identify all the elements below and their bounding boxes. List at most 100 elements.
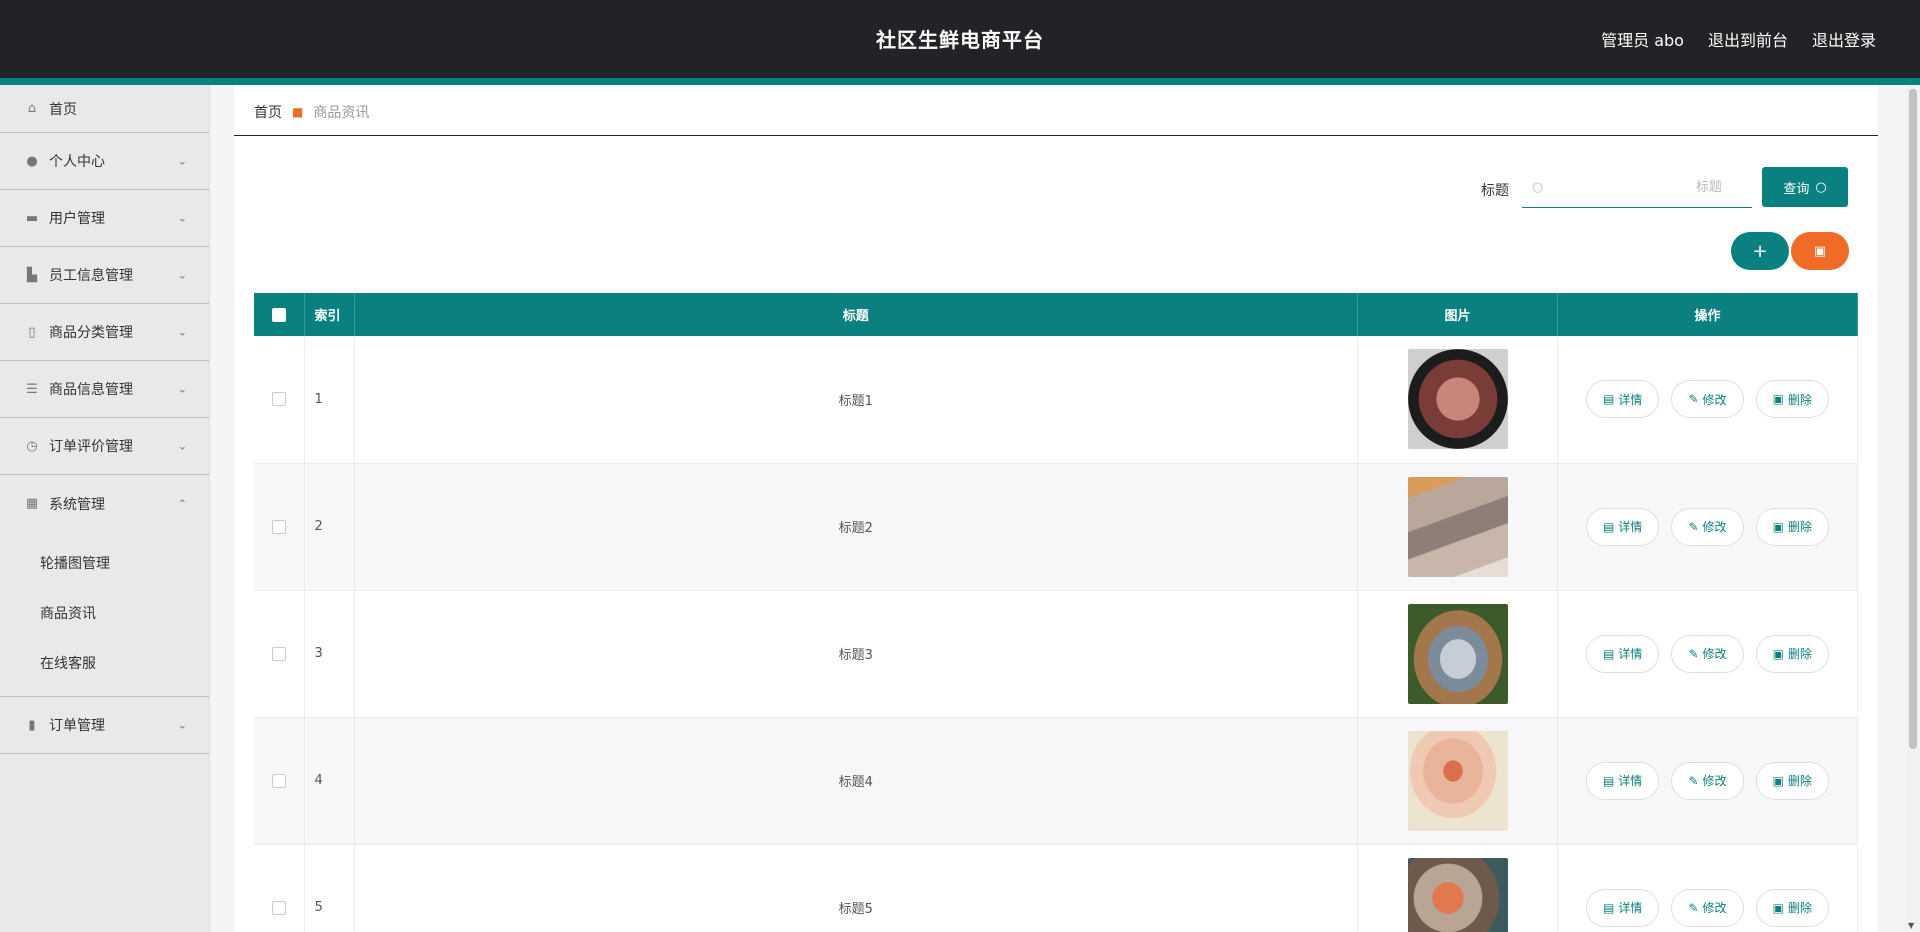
batch-delete-button[interactable]: ▣ — [1791, 232, 1849, 270]
detail-button-label: 详情 — [1618, 774, 1643, 788]
vertical-scrollbar[interactable]: ▼ — [1906, 85, 1920, 932]
users-icon: ▬ — [25, 210, 39, 226]
header-actions: 管理员 abo 退出到前台 退出登录 — [1601, 27, 1876, 51]
delete-button[interactable]: ▣ 删除 — [1755, 634, 1830, 673]
detail-button[interactable]: ▤ 详情 — [1585, 380, 1660, 419]
grid-icon: ▦ — [25, 496, 39, 511]
edit-button[interactable]: ✎ 修改 — [1671, 380, 1744, 419]
breadcrumb-home[interactable]: 首页 — [254, 102, 282, 122]
select-all-cell — [254, 293, 305, 336]
row-image-cell — [1357, 463, 1558, 591]
trash-icon: ▣ — [1772, 900, 1785, 915]
row-checkbox[interactable] — [271, 773, 286, 788]
sidebar-subitem-online-service[interactable]: 在线客服 — [0, 638, 209, 688]
query-button[interactable]: 查询 ○ — [1762, 167, 1848, 207]
edit-button[interactable]: ✎ 修改 — [1671, 761, 1744, 800]
chevron-down-icon: ⌄ — [177, 211, 187, 225]
sidebar: ⌂ 首页 ● 个人中心 ⌄ ▬ 用户管理 ⌄ ▙ 员工信息管理 ⌄ ▯ 商品分类… — [0, 85, 210, 932]
delete-button-label: 删除 — [1788, 392, 1813, 407]
chevron-down-icon: ⌄ — [177, 439, 187, 453]
edit-button[interactable]: ✎ 修改 — [1671, 634, 1744, 673]
sidebar-item-system-management[interactable]: ▦ 系统管理 ⌃ — [0, 475, 209, 532]
detail-button-label: 详情 — [1618, 520, 1643, 534]
table-row: 5 标题5 ▤ 详情 ✎ 修改 ▣ 删除 — [254, 844, 1858, 932]
row-checkbox-cell — [254, 336, 305, 464]
row-actions: ▤ 详情 ✎ 修改 ▣ 删除 — [1557, 590, 1858, 718]
row-image-cell — [1357, 717, 1558, 845]
sidebar-item-personal-center[interactable]: ● 个人中心 ⌄ — [0, 133, 209, 190]
sidebar-item-label: 商品信息管理 — [49, 382, 133, 398]
table-row: 3 标题3 ▤ 详情 ✎ 修改 ▣ 删除 — [254, 590, 1858, 718]
edit-button[interactable]: ✎ 修改 — [1671, 888, 1744, 927]
top-header: 社区生鲜电商平台 管理员 abo 退出到前台 退出登录 — [0, 0, 1920, 78]
sidebar-item-order-management[interactable]: ▮ 订单管理 ⌄ — [0, 697, 209, 754]
main-content: 首页 ■ 商品资讯 标题 ○ 查询 ○ + ▣ 索引 标题 图片 操作 — [234, 85, 1878, 932]
sidebar-subitem-carousel[interactable]: 轮播图管理 — [0, 538, 209, 588]
chevron-down-icon: ⌄ — [177, 325, 187, 339]
delete-button[interactable]: ▣ 删除 — [1755, 888, 1830, 927]
breadcrumb-divider — [234, 135, 1878, 136]
detail-button[interactable]: ▤ 详情 — [1585, 634, 1660, 673]
edit-button-label: 修改 — [1702, 647, 1727, 661]
row-checkbox-cell — [254, 590, 305, 718]
row-checkbox[interactable] — [271, 646, 286, 661]
row-title: 标题1 — [354, 336, 1358, 464]
edit-button[interactable]: ✎ 修改 — [1671, 507, 1744, 546]
trash-icon: ▣ — [1772, 519, 1785, 534]
sidebar-item-home[interactable]: ⌂ 首页 — [0, 85, 209, 133]
row-index: 4 — [304, 717, 355, 845]
scrollbar-thumb[interactable] — [1909, 89, 1917, 749]
detail-button[interactable]: ▤ 详情 — [1585, 888, 1660, 927]
row-checkbox[interactable] — [271, 900, 286, 915]
sidebar-item-label: 个人中心 — [49, 154, 105, 170]
delete-button-label: 删除 — [1788, 774, 1813, 788]
category-icon: ▯ — [28, 324, 36, 340]
delete-button[interactable]: ▣ 删除 — [1755, 507, 1830, 546]
document-icon: ▤ — [1602, 773, 1615, 788]
sidebar-item-label: 商品分类管理 — [49, 325, 133, 341]
delete-button[interactable]: ▣ 删除 — [1755, 380, 1830, 419]
home-icon: ⌂ — [27, 101, 37, 116]
system-submenu: 轮播图管理 商品资讯 在线客服 — [0, 532, 209, 697]
chevron-down-icon: ⌄ — [177, 718, 187, 732]
trash-icon: ▣ — [1772, 392, 1785, 407]
chart-icon: ▮ — [28, 717, 36, 733]
search-input[interactable] — [1543, 180, 1752, 195]
document-icon: ▤ — [1602, 900, 1615, 915]
edit-button-label: 修改 — [1702, 392, 1727, 407]
row-title: 标题4 — [354, 717, 1358, 845]
table-row: 2 标题2 ▤ 详情 ✎ 修改 ▣ 删除 — [254, 463, 1858, 591]
sidebar-subitem-product-news[interactable]: 商品资讯 — [0, 588, 209, 638]
detail-button[interactable]: ▤ 详情 — [1585, 507, 1660, 546]
row-index: 3 — [304, 590, 355, 718]
row-checkbox[interactable] — [271, 519, 286, 534]
row-checkbox[interactable] — [271, 392, 286, 407]
sidebar-item-category-management[interactable]: ▯ 商品分类管理 ⌄ — [0, 304, 209, 361]
row-actions: ▤ 详情 ✎ 修改 ▣ 删除 — [1557, 336, 1858, 464]
chevron-down-icon: ⌄ — [177, 268, 187, 282]
sidebar-item-label: 用户管理 — [49, 211, 105, 227]
compass-icon: ◷ — [26, 438, 38, 454]
sidebar-item-review-management[interactable]: ◷ 订单评价管理 ⌄ — [0, 418, 209, 475]
document-icon: ▤ — [1602, 392, 1615, 407]
sidebar-item-product-management[interactable]: ☰ 商品信息管理 ⌄ — [0, 361, 209, 418]
select-all-checkbox[interactable] — [271, 307, 286, 322]
exit-to-front-link[interactable]: 退出到前台 — [1708, 27, 1788, 51]
document-icon: ▤ — [1602, 519, 1615, 534]
sliced-meat-image — [1407, 349, 1508, 450]
sidebar-item-user-management[interactable]: ▬ 用户管理 ⌄ — [0, 190, 209, 247]
delete-button[interactable]: ▣ 删除 — [1755, 761, 1830, 800]
header-title: 标题 — [354, 293, 1358, 336]
list-icon: ☰ — [26, 381, 38, 397]
row-title: 标题3 — [354, 590, 1358, 718]
edit-button-label: 修改 — [1702, 901, 1727, 915]
logout-link[interactable]: 退出登录 — [1812, 27, 1876, 51]
sidebar-item-staff-management[interactable]: ▙ 员工信息管理 ⌄ — [0, 247, 209, 304]
pencil-icon: ✎ — [1688, 519, 1699, 534]
row-checkbox-cell — [254, 463, 305, 591]
row-index: 1 — [304, 336, 355, 464]
add-button[interactable]: + — [1731, 232, 1789, 270]
scroll-down-arrow-icon[interactable]: ▼ — [1908, 921, 1914, 930]
query-button-label: 查询 — [1783, 181, 1810, 197]
detail-button[interactable]: ▤ 详情 — [1585, 761, 1660, 800]
